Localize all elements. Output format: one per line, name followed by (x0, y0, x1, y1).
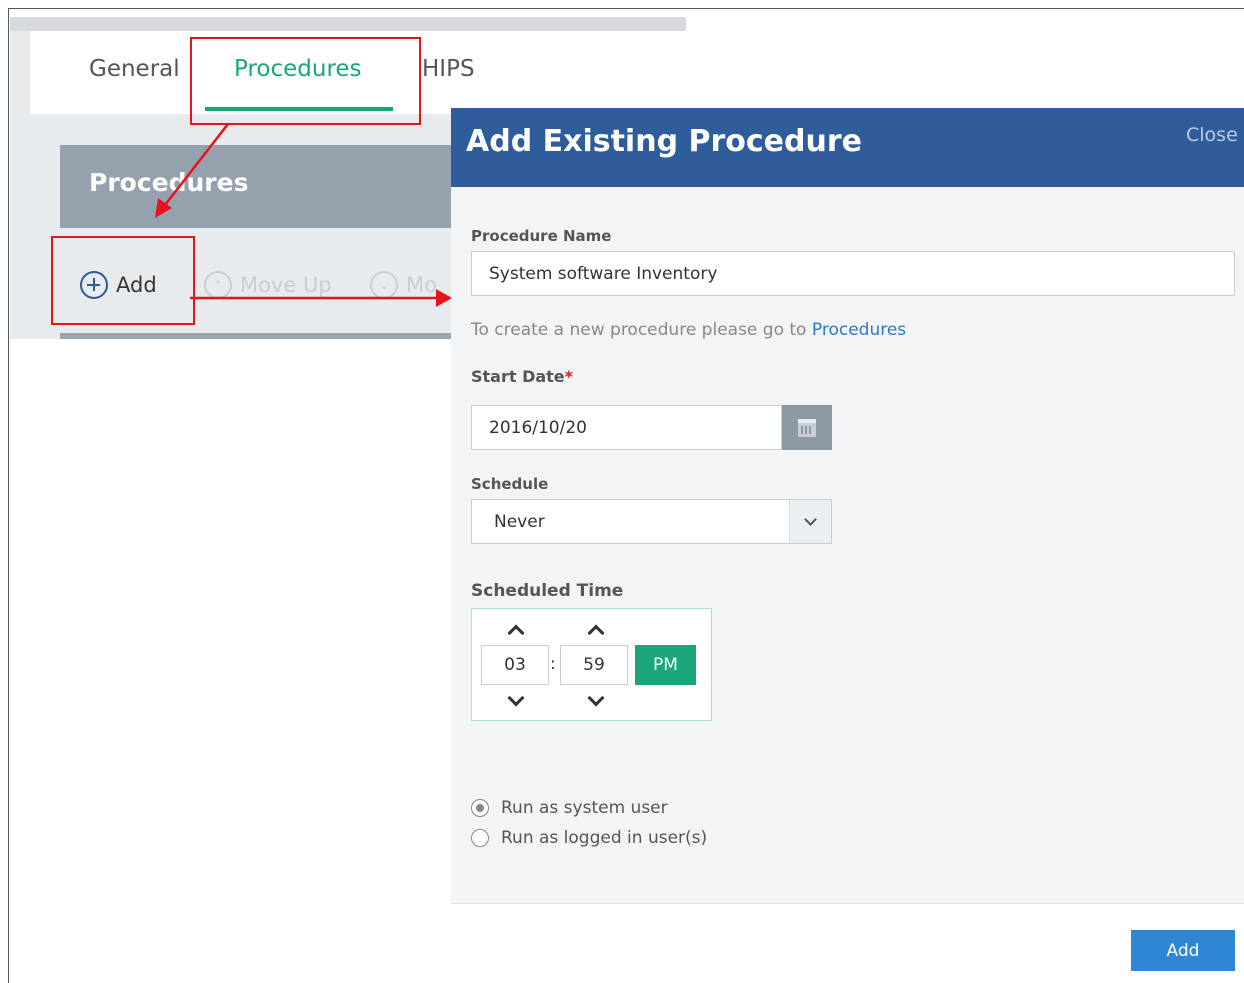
add-submit-button[interactable]: Add (1131, 930, 1235, 971)
move-up-button[interactable]: ⌃ Move Up (204, 270, 332, 300)
start-date-input[interactable]: 2016/10/20 (471, 405, 782, 450)
hint-text: To create a new procedure please go to (471, 320, 812, 340)
move-down-button[interactable]: ⌄ Mo (370, 270, 437, 300)
radio-unchecked-icon (471, 829, 489, 847)
schedule-label: Schedule (471, 475, 549, 493)
procedure-name-input[interactable]: System software Inventory (471, 251, 1235, 296)
dropdown-toggle[interactable] (789, 500, 831, 543)
run-as-system-user-option[interactable]: Run as system user (471, 798, 668, 818)
meridiem-toggle-button[interactable]: PM (635, 645, 696, 685)
hour-increment-icon[interactable] (507, 622, 523, 638)
procedures-link[interactable]: Procedures (812, 320, 906, 340)
chevron-down-circle-icon: ⌄ (370, 271, 398, 299)
hour-decrement-icon[interactable] (507, 692, 523, 708)
start-date-label-text: Start Date (471, 367, 565, 386)
procedure-name-label: Procedure Name (471, 227, 612, 245)
run-as-logged-in-user-label: Run as logged in user(s) (501, 828, 708, 848)
dialog-title: Add Existing Procedure (466, 124, 862, 159)
procedures-panel-title: Procedures (89, 168, 249, 197)
schedule-select[interactable]: Never (471, 499, 832, 544)
scheduled-time-label: Scheduled Time (471, 581, 624, 601)
chevron-up-circle-icon: ⌃ (204, 271, 232, 299)
tab-general[interactable]: General (89, 56, 180, 82)
chevron-down-icon (804, 513, 817, 526)
schedule-selected-value: Never (494, 512, 545, 532)
close-button[interactable]: Close (1186, 124, 1238, 146)
time-separator: : (550, 654, 556, 674)
tab-hips[interactable]: HIPS (422, 56, 475, 82)
minute-input[interactable]: 59 (560, 645, 628, 685)
dialog-footer (451, 904, 1244, 983)
minute-decrement-icon[interactable] (587, 692, 603, 708)
calendar-button[interactable] (782, 405, 832, 450)
create-procedure-hint: To create a new procedure please go to P… (471, 320, 906, 340)
annotation-box-add-button (51, 236, 195, 325)
start-date-label: Start Date* (471, 367, 573, 386)
run-as-logged-in-user-option[interactable]: Run as logged in user(s) (471, 828, 707, 848)
background-top-strip (10, 17, 686, 31)
hour-input[interactable]: 03 (481, 645, 549, 685)
move-up-label: Move Up (240, 273, 332, 297)
minute-increment-icon[interactable] (587, 622, 603, 638)
required-marker: * (564, 367, 574, 386)
radio-checked-icon (471, 799, 489, 817)
calendar-icon (798, 418, 816, 437)
annotation-box-procedures-tab (190, 37, 421, 125)
move-down-label: Mo (406, 273, 437, 297)
run-as-system-user-label: Run as system user (501, 798, 668, 818)
